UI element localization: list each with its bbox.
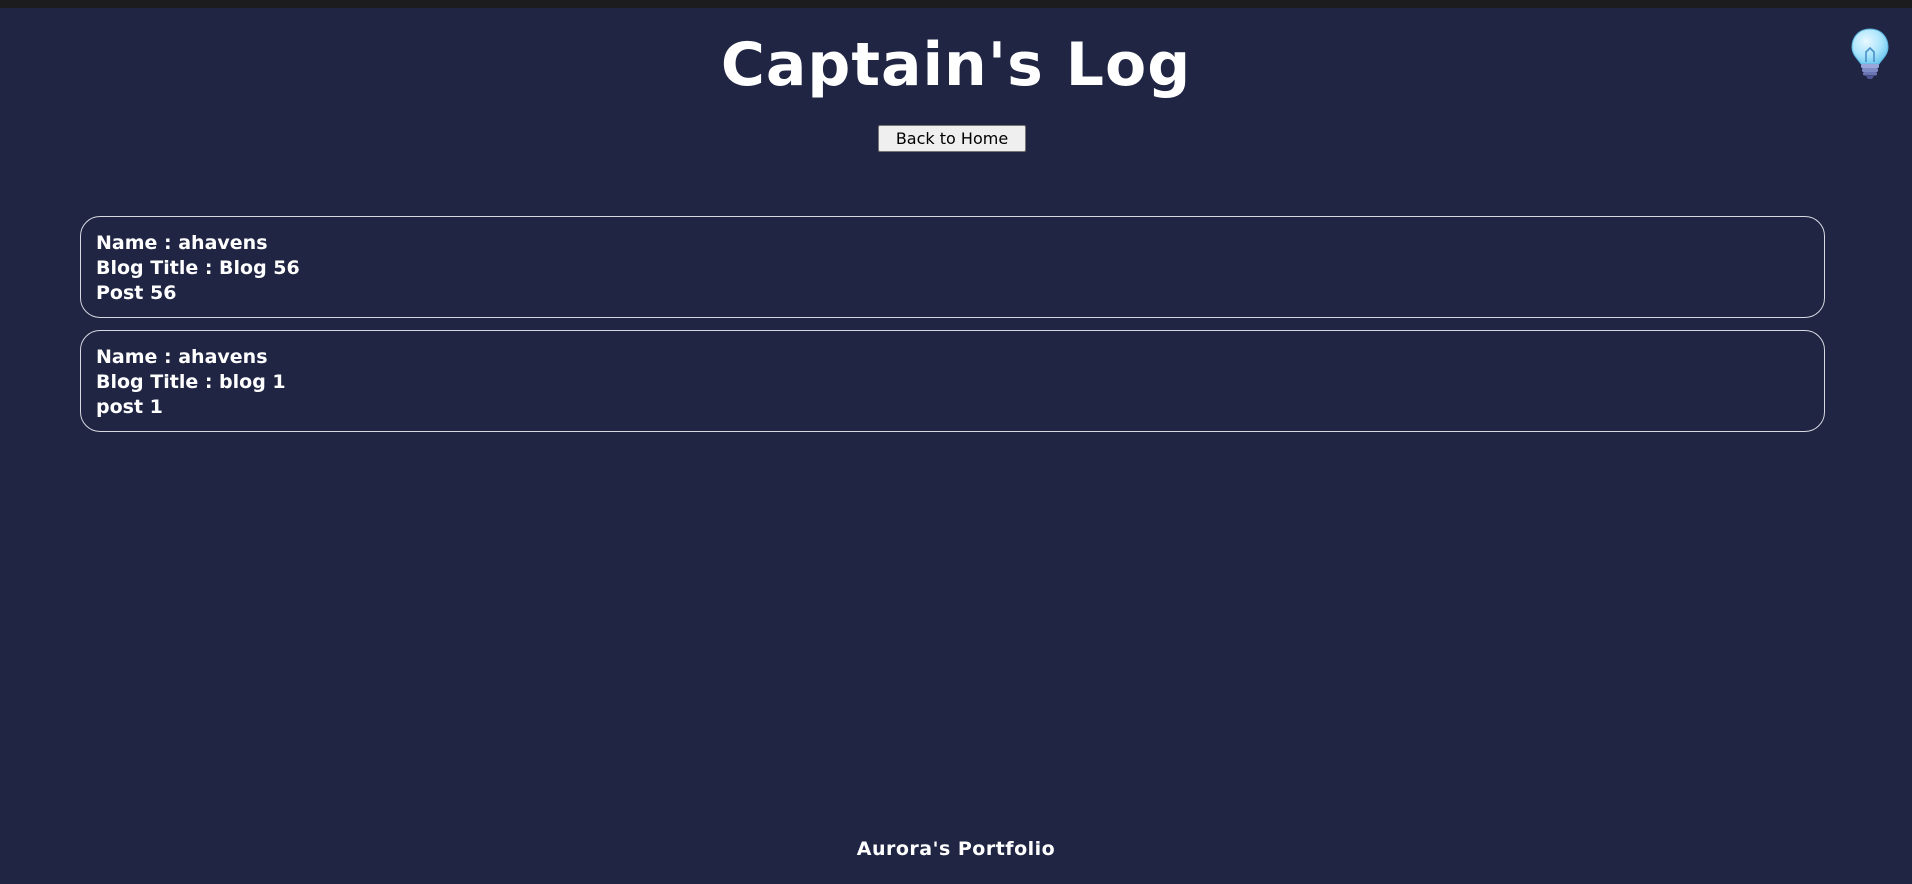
post-body: post 1: [96, 396, 163, 418]
post-author: Name : ahavens: [96, 232, 268, 254]
post-body: Post 56: [96, 282, 177, 304]
post-list: Name : ahavens Blog Title : Blog 56 Post…: [80, 216, 1825, 444]
page-title: Captain's Log: [720, 30, 1192, 100]
lightbulb-icon[interactable]: [1848, 26, 1892, 80]
page: Captain's Log Back to Home Name : ahaven…: [0, 0, 1912, 884]
browser-top-strip: [0, 0, 1912, 8]
post-blog-title: Blog Title : blog 1: [96, 371, 286, 393]
post-author: Name : ahavens: [96, 346, 268, 368]
post-card: Name : ahavens Blog Title : Blog 56 Post…: [80, 216, 1825, 318]
footer-text: Aurora's Portfolio: [856, 838, 1056, 860]
post-blog-title: Blog Title : Blog 56: [96, 257, 300, 279]
back-to-home-button[interactable]: Back to Home: [878, 125, 1026, 152]
post-card: Name : ahavens Blog Title : blog 1 post …: [80, 330, 1825, 432]
